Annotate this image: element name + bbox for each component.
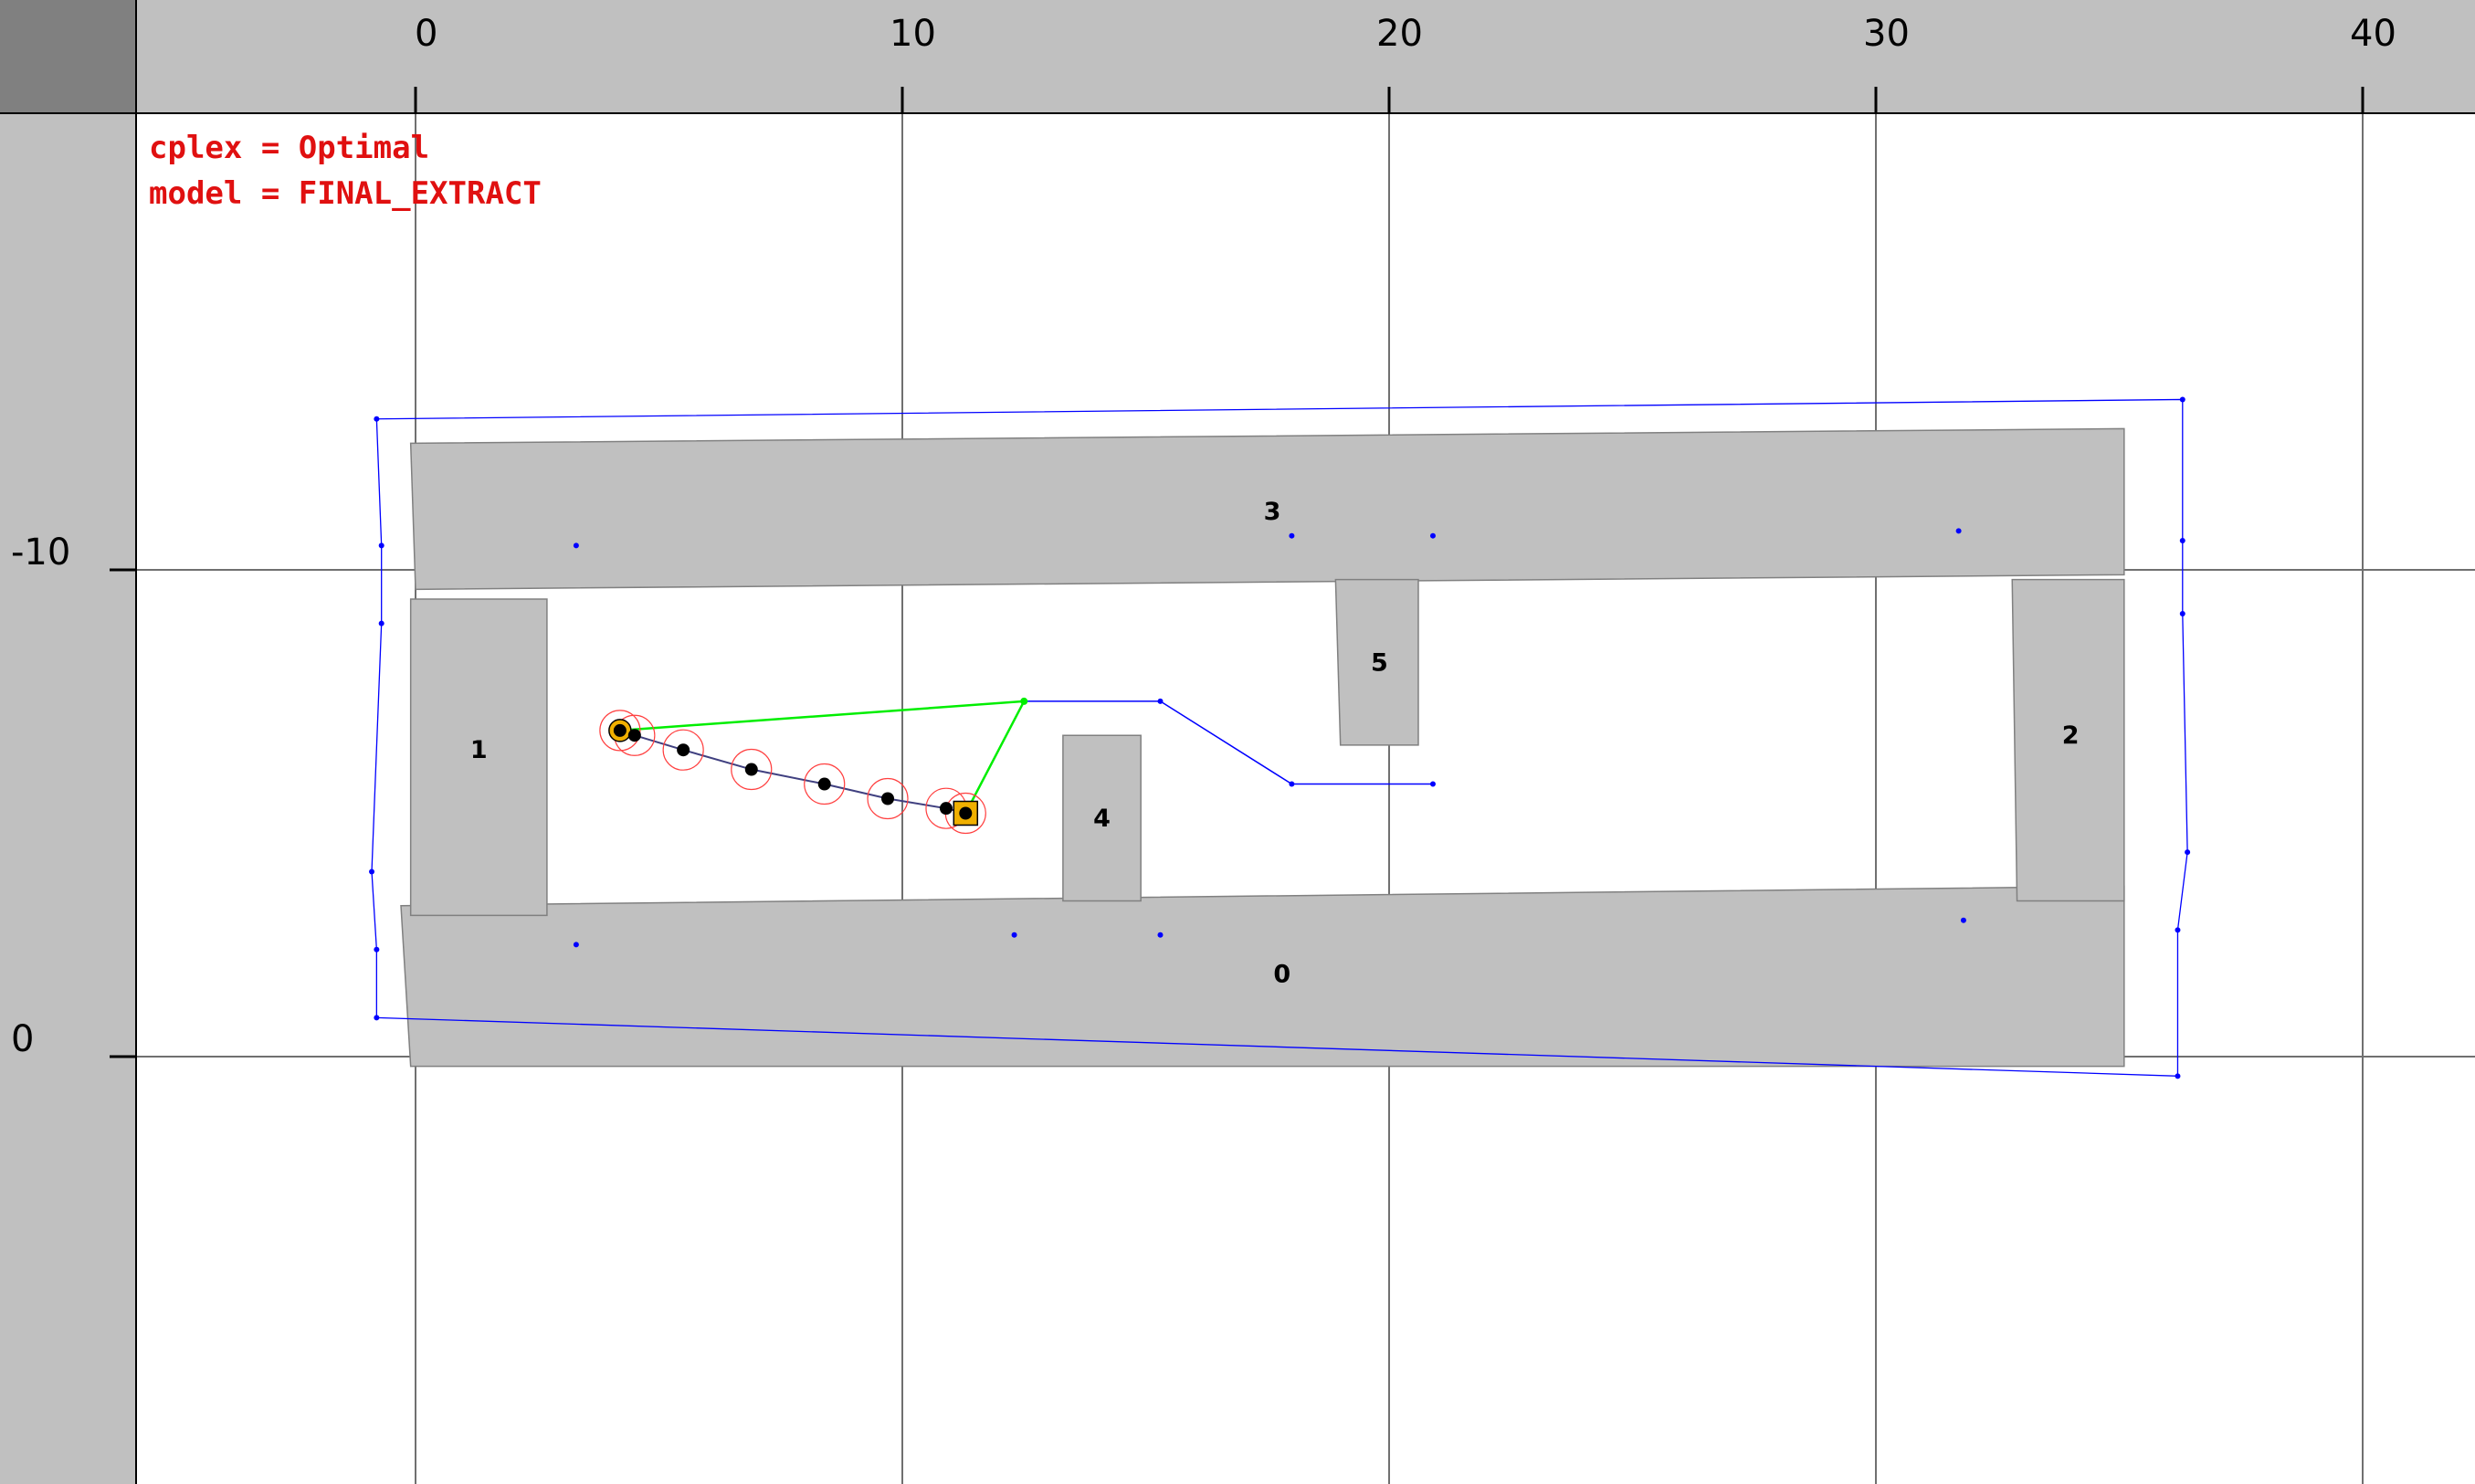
obstacle-label: 5	[1371, 648, 1388, 677]
path-vertex	[1020, 697, 1028, 705]
trajectory-line	[619, 729, 966, 815]
waypoint-dot	[1157, 931, 1164, 938]
x-tick-label: 30	[1863, 13, 1910, 55]
guide-vertex	[1429, 781, 1436, 787]
trajectory-point	[744, 763, 758, 776]
trajectory-point	[939, 802, 953, 816]
guide-vertex	[1157, 698, 1164, 704]
hull-vertex	[2175, 1073, 2181, 1079]
guide-vertex	[1289, 781, 1295, 787]
x-tick-label: 0	[415, 13, 438, 55]
waypoint-dot	[1955, 528, 1962, 534]
trajectory-point	[881, 792, 895, 805]
hull-vertex	[2179, 396, 2185, 403]
hull-vertex	[2179, 610, 2185, 616]
hull-vertex	[374, 416, 380, 422]
obstacle-label: 4	[1093, 805, 1111, 833]
model-status-text: model = FINAL_EXTRACT	[149, 175, 542, 212]
hull-vertex	[378, 542, 384, 549]
obstacle-label: 2	[2062, 721, 2080, 750]
trajectory-point	[613, 723, 627, 737]
hull-vertex	[378, 620, 384, 626]
planned-path	[619, 700, 1027, 815]
waypoint-dot	[1289, 532, 1295, 539]
obstacle-label: 1	[470, 736, 488, 764]
plot-canvas[interactable]: 0 1 2 3 4 5	[0, 0, 2475, 1484]
hull-vertex	[2179, 538, 2185, 544]
hull-vertex	[2175, 927, 2181, 933]
waypoint-dot	[573, 942, 579, 948]
hull-vertex	[374, 1015, 380, 1021]
waypoint-dot	[573, 542, 579, 549]
x-tick-label: 40	[2350, 13, 2396, 55]
waypoint-dot	[1011, 931, 1017, 938]
trajectory-point	[959, 806, 973, 820]
trajectory-point	[817, 777, 831, 791]
obstacles-layer: 0 1 2 3 4 5	[400, 427, 2125, 1068]
hull-vertex	[374, 946, 380, 952]
y-tick-label: -10	[11, 532, 71, 574]
hull-vertex	[2185, 849, 2191, 856]
obstacle-label: 3	[1264, 498, 1281, 526]
hull-vertex	[369, 868, 375, 875]
waypoint-dot	[1429, 532, 1436, 539]
x-tick-label: 20	[1376, 13, 1423, 55]
obstacle-0	[400, 885, 2125, 1068]
trajectory-point	[627, 729, 641, 742]
solver-status-text: cplex = Optimal	[149, 130, 430, 166]
trajectory-point	[677, 743, 690, 757]
y-tick-label: 0	[11, 1018, 35, 1060]
waypoint-dot	[1960, 917, 1966, 923]
x-tick-label: 10	[890, 13, 936, 55]
obstacle-label: 0	[1273, 960, 1290, 988]
